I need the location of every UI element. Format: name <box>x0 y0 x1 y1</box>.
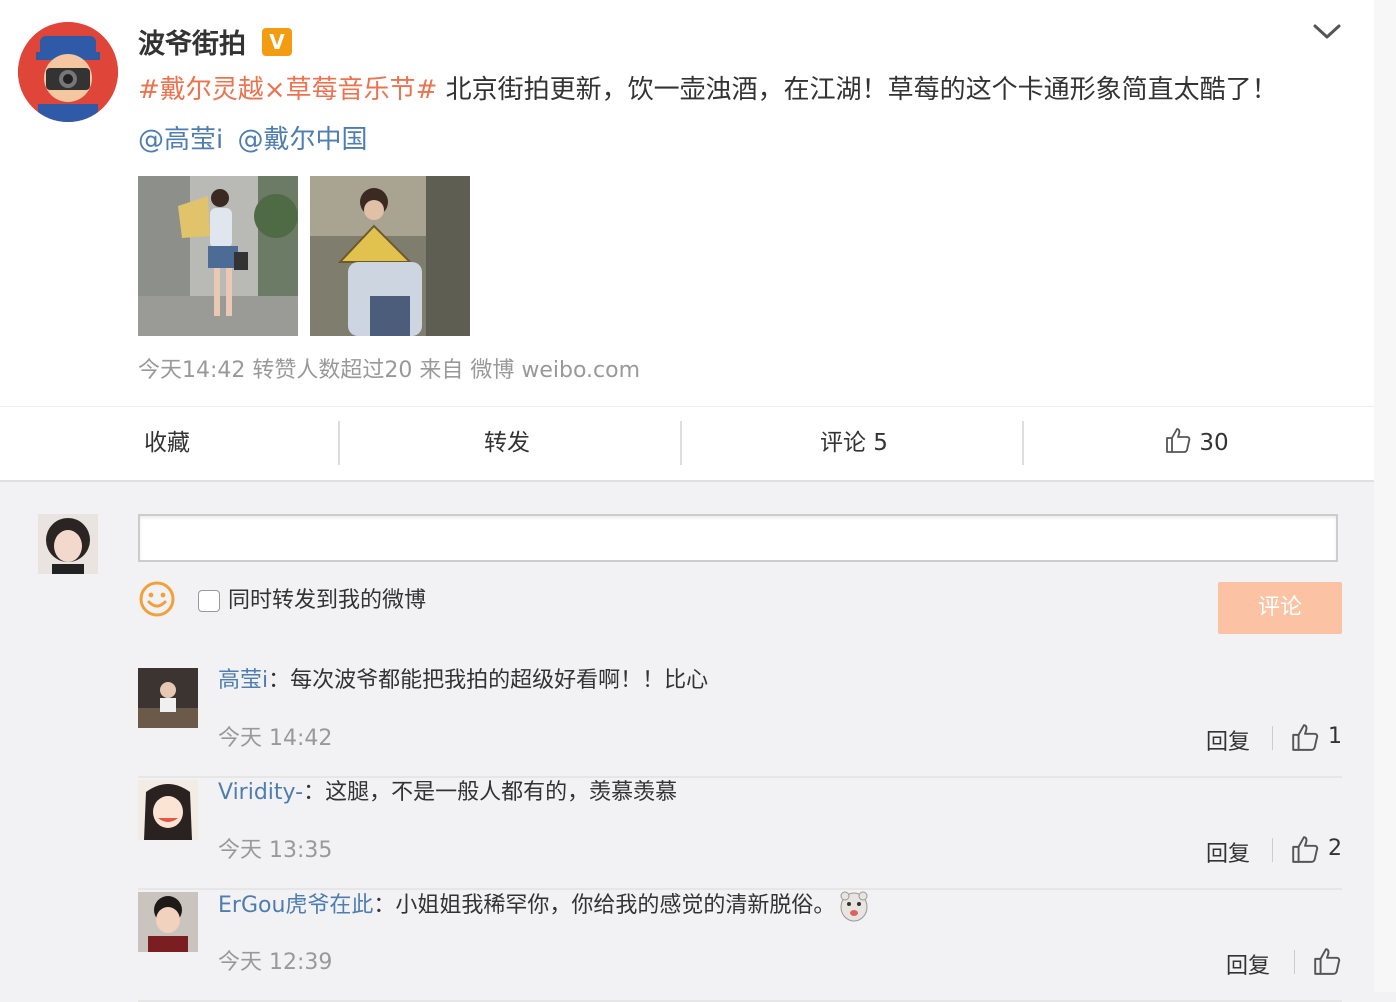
smiley-icon[interactable] <box>138 580 176 618</box>
comment-body: 小姐姐我稀罕你，你给我的感觉的清新脱俗。 <box>395 893 836 918</box>
post-photo[interactable] <box>310 176 470 336</box>
comment-button[interactable]: 评论 5 <box>820 407 888 481</box>
emoji-sticker-icon <box>840 891 868 922</box>
comment-time: 今天 14:42 <box>218 726 333 751</box>
comment-time: 今天 13:35 <box>218 838 333 863</box>
divider <box>1272 838 1273 862</box>
reply-button[interactable]: 回复 <box>1206 724 1250 756</box>
like-count: 30 <box>1199 430 1229 456</box>
comment-input[interactable] <box>138 514 1338 562</box>
comment-item: 高莹i：每次波爷都能把我拍的超级好看啊！！比心 今天 14:42 回复 1 <box>0 666 1374 778</box>
repost-checkbox-label[interactable]: 同时转发到我的微博 <box>228 582 426 614</box>
comment-text: 高莹i：每次波爷都能把我拍的超级好看啊！！比心 <box>218 666 708 696</box>
scrollbar-track[interactable] <box>1374 0 1396 992</box>
divider <box>1022 421 1024 465</box>
reply-button[interactable]: 回复 <box>1206 836 1250 868</box>
comment-time: 今天 12:39 <box>218 950 333 975</box>
comment-avatar[interactable] <box>138 668 198 728</box>
comment-separator: ： <box>373 893 396 918</box>
comment-item: ErGou虎爷在此：小姐姐我稀罕你，你给我的感觉的清新脱俗。 今天 12:39 … <box>0 890 1374 1002</box>
reply-button[interactable]: 回复 <box>1226 948 1270 980</box>
action-bar: 收藏 转发 评论 5 30 <box>0 406 1374 481</box>
chevron-down-icon[interactable] <box>1310 18 1344 44</box>
divider <box>1294 950 1295 974</box>
divider <box>338 421 340 465</box>
divider <box>680 421 682 465</box>
comment-item: Viridity-：这腿，不是一般人都有的，羡慕羡慕 今天 13:35 回复 2 <box>0 778 1374 890</box>
comment-separator: ： <box>303 780 326 805</box>
thumbs-up-icon[interactable] <box>1290 722 1320 752</box>
post-body: 北京街拍更新，饮一壶浊酒，在江湖！草莓的这个卡通形象简直太酷了！ <box>437 75 1278 105</box>
comment-separator: ： <box>268 668 291 693</box>
author-name[interactable]: 波爷街拍 <box>138 22 246 61</box>
comment-user-link[interactable]: Viridity- <box>218 780 303 805</box>
current-user-avatar <box>38 514 98 574</box>
post-photo[interactable] <box>138 176 298 336</box>
mention-link[interactable]: @戴尔中国 <box>238 125 368 155</box>
thumbs-up-icon[interactable] <box>1312 946 1342 976</box>
comment-text: ErGou虎爷在此：小姐姐我稀罕你，你给我的感觉的清新脱俗。 <box>218 890 869 922</box>
divider <box>1272 726 1273 750</box>
comment-body: 这腿，不是一般人都有的，羡慕羡慕 <box>325 780 678 805</box>
comment-avatar[interactable] <box>138 780 198 840</box>
post-card: 波爷街拍 V #戴尔灵越×草莓音乐节# 北京街拍更新，饮一壶浊酒，在江湖！草莓的… <box>0 0 1374 482</box>
topic-link[interactable]: #戴尔灵越×草莓音乐节# <box>138 75 437 105</box>
thumbs-up-icon[interactable] <box>1290 834 1320 864</box>
thumbs-up-icon <box>1166 428 1191 453</box>
post-meta: 今天14:42 转赞人数超过20 来自 微博 weibo.com <box>138 358 641 383</box>
repost-button[interactable]: 转发 <box>484 407 530 481</box>
comment-like-count: 2 <box>1328 836 1342 861</box>
comment-user-link[interactable]: 高莹i <box>218 668 268 693</box>
comment-like-count: 1 <box>1328 724 1342 749</box>
author-avatar[interactable] <box>18 22 118 122</box>
mention-link[interactable]: @高莹i <box>138 125 223 155</box>
submit-comment-button[interactable]: 评论 <box>1218 582 1342 634</box>
comment-user-link[interactable]: ErGou虎爷在此 <box>218 893 373 918</box>
like-button[interactable]: 30 <box>1164 407 1229 481</box>
verified-badge-icon: V <box>262 28 292 56</box>
favorite-button[interactable]: 收藏 <box>144 407 190 481</box>
repost-checkbox[interactable] <box>198 590 220 612</box>
post-text: #戴尔灵越×草莓音乐节# 北京街拍更新，饮一壶浊酒，在江湖！草莓的这个卡通形象简… <box>138 72 1278 108</box>
comment-body: 每次波爷都能把我拍的超级好看啊！！比心 <box>290 668 709 693</box>
mention-line: @高莹i @戴尔中国 <box>138 122 374 158</box>
comment-avatar[interactable] <box>138 892 198 952</box>
comment-text: Viridity-：这腿，不是一般人都有的，羡慕羡慕 <box>218 778 677 808</box>
